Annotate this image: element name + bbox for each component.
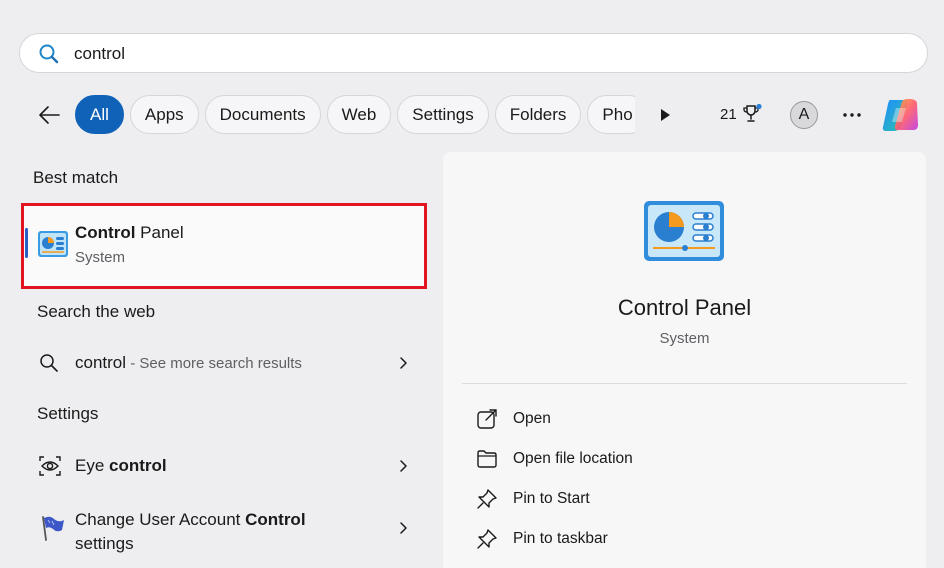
settings-item-uac[interactable]: Change User Account Control settings [22,500,422,560]
action-open-file-location[interactable]: Open file location [476,445,876,475]
action-open-file-location-label: Open file location [513,450,633,467]
action-pin-to-taskbar[interactable]: Pin to taskbar [476,525,876,555]
best-match-subtitle: System [75,249,126,266]
action-pin-to-start-label: Pin to Start [513,490,590,507]
action-pin-to-start[interactable]: Pin to Start [476,485,876,515]
filter-chip-documents[interactable]: Documents [204,95,321,134]
web-search-result[interactable]: control - See more search results [22,344,422,380]
web-search-text: control - See more search results [75,353,302,372]
eye-control-label: Eye control [75,456,167,475]
chevron-right-icon [400,522,407,534]
ellipsis-icon [843,113,861,117]
filter-chip-settings[interactable]: Settings [397,95,489,134]
avatar-letter: A [798,106,810,123]
details-panel: Control Panel System Open Open file loca… [443,152,926,568]
action-open[interactable]: Open [476,405,876,435]
rewards-points[interactable]: 21 [720,103,763,125]
details-subtitle: System [659,330,710,347]
filter-chip-photos[interactable]: Pho [587,95,635,134]
points-count: 21 [720,105,737,123]
search-web-heading: Search the web [37,302,156,321]
back-arrow-icon [39,106,60,124]
filter-chip-all[interactable]: All [75,95,124,134]
search-bar[interactable] [19,33,928,73]
filter-chip-web[interactable]: Web [326,95,392,134]
settings-item-eye-control[interactable]: Eye control [22,446,422,484]
settings-heading: Settings [37,404,99,423]
copilot-icon[interactable] [880,96,920,134]
pin-icon [477,489,497,509]
search-icon [39,44,59,64]
uac-flag-icon [42,516,64,541]
filter-chip-apps[interactable]: Apps [129,95,199,134]
folder-icon [477,450,497,468]
pin-icon [477,529,497,549]
best-match-title: Control Panel [75,223,184,242]
chevron-right-icon [400,357,407,369]
filter-chips: All Apps Documents Web Settings Folders Pho [75,95,635,135]
filter-chip-folders[interactable]: Folders [494,95,582,134]
action-pin-to-taskbar-label: Pin to taskbar [513,530,608,547]
play-arrow-icon [661,109,670,121]
more-options-button[interactable] [838,103,866,127]
open-icon [477,409,497,429]
details-title: Control Panel [617,295,752,320]
chevron-right-icon [400,460,407,472]
uac-label: Change User Account Control settings [75,510,306,553]
trophy-icon [743,103,762,122]
details-divider [462,383,907,384]
search-input[interactable] [74,42,874,66]
search-icon [40,354,58,372]
selection-accent [25,228,28,258]
back-button[interactable] [34,100,64,130]
action-open-label: Open [513,410,551,427]
control-panel-icon [38,231,68,257]
best-match-heading: Best match [33,168,119,187]
eye-control-icon [39,456,61,476]
more-filters-button[interactable] [652,102,678,128]
user-avatar[interactable]: A [790,101,818,129]
best-match-control-panel[interactable]: Control Panel System [21,203,427,289]
control-panel-large-icon [644,201,724,261]
